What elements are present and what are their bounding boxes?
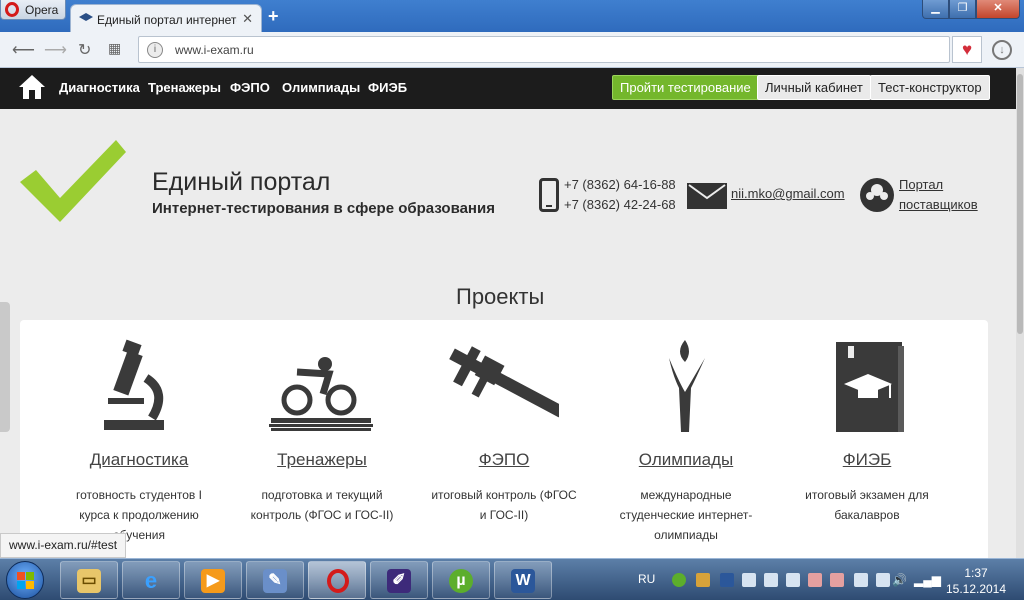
opera-menu-button[interactable]: Opera [0,0,66,20]
page-scrollbar[interactable] [1016,68,1024,558]
taskbar-media-player[interactable]: ▶ [184,561,242,599]
tab-title: Единый портал интернет- [97,13,237,27]
browser-tab[interactable]: Единый портал интернет- ✕ [70,4,262,32]
opera-menu-label: Opera [25,3,59,17]
tray-flag-icon[interactable] [808,573,822,587]
portal-title: Единый портал [152,168,331,196]
web-page: Диагностика Тренажеры ФЭПО Олимпиады ФИЭ… [0,68,1024,558]
portal-subtitle: Интернет-тестирования в сфере образовани… [152,200,495,217]
maximize-button[interactable]: ❐ [949,0,976,19]
nav-link-fieb[interactable]: ФИЭБ [368,80,407,95]
word-icon: W [511,569,535,593]
tray-flag2-icon[interactable] [830,573,844,587]
site-top-nav: Диагностика Тренажеры ФЭПО Олимпиады ФИЭ… [0,68,1024,109]
address-toolbar: ⟵ ⟶ ↻ ▦ i www.i-exam.ru ♥ ↓ [0,32,1024,68]
torch-person-icon [669,340,705,432]
language-indicator[interactable]: RU [638,572,655,586]
url-text: www.i-exam.ru [175,43,254,57]
nav-link-olympiads[interactable]: Олимпиады [282,80,360,95]
close-window-button[interactable]: ✕ [976,0,1020,19]
email-link[interactable]: nii.mko@gmail.com [731,186,845,201]
phone-number-2: +7 (8362) 42-24-68 [564,197,676,212]
taskbar-clock[interactable]: 1:37 15.12.2014 [940,565,1012,597]
sidebar-toggle-handle[interactable] [0,302,10,432]
suppliers-portal-link[interactable]: Портал [899,177,943,192]
tray-window2-icon[interactable] [786,573,800,587]
tray-network-icon[interactable] [764,573,778,587]
test-constructor-button[interactable]: Тест-конструктор [870,75,990,100]
minimize-button[interactable]: ▁ [922,0,949,19]
volume-icon[interactable]: 🔊 [892,573,907,587]
personal-account-button[interactable]: Личный кабинет [757,75,871,100]
project-link-diagnostics[interactable]: Диагностика [44,450,234,470]
nav-link-diagnostics[interactable]: Диагностика [59,80,140,95]
bookmark-heart-icon[interactable]: ♥ [952,36,982,63]
new-tab-button[interactable]: + [268,6,279,27]
reload-icon[interactable]: ↻ [78,40,91,60]
taskbar-word[interactable]: W [494,561,552,599]
logo-checkmark-icon [20,140,126,222]
start-button[interactable] [6,561,44,599]
take-test-button[interactable]: Пройти тестирование [612,75,759,100]
clock-time: 1:37 [964,566,988,580]
project-desc-fepo: итоговый контроль (ФГОС и ГОС-II) [431,488,577,522]
taskbar-internet-explorer[interactable]: e [122,561,180,599]
phone-icon [539,178,559,212]
tray-usb-icon[interactable] [854,573,868,587]
browser-tab-bar: Opera Единый портал интернет- ✕ + ▁ ❐ ✕ [0,0,1024,32]
graduation-book-icon [836,342,904,432]
signal-icon[interactable]: ▂▄▆ [914,573,941,587]
editor-pen-icon: ✐ [387,569,411,593]
windows-taskbar: ▭ e ▶ ✎ ✐ µ W RU 🔊 ▂▄▆ 1:37 15.12.2014 [0,558,1024,600]
taskbar-app-paint[interactable]: ✎ [246,561,304,599]
media-player-icon: ▶ [201,569,225,593]
status-bar-link: www.i-exam.ru/#test [0,533,127,558]
utorrent-icon: µ [449,569,473,593]
project-link-olympiads[interactable]: Олимпиады [591,450,781,470]
project-link-fepo[interactable]: ФЭПО [409,450,599,470]
project-desc-olympiads: международные студенческие интернет-олим… [619,488,753,542]
site-info-icon[interactable]: i [147,42,163,58]
taskbar-opera[interactable] [308,561,366,599]
project-link-trainers[interactable]: Тренажеры [227,450,417,470]
project-desc-trainers: подготовка и текущий контроль (ФГОС и ГО… [250,488,394,522]
paint-tool-icon: ✎ [263,569,287,593]
cyclist-icon [269,357,373,431]
url-field[interactable]: i www.i-exam.ru [138,36,950,63]
downloads-icon[interactable]: ↓ [992,40,1012,60]
tray-app-icon[interactable] [696,573,710,587]
internet-explorer-icon: e [144,568,158,593]
taskbar-utorrent[interactable]: µ [432,561,490,599]
folder-icon: ▭ [77,569,101,593]
caliper-icon [449,346,559,418]
utorrent-tray-icon[interactable] [672,573,686,587]
nav-link-fepo[interactable]: ФЭПО [230,80,270,95]
site-favicon-icon [79,13,93,21]
home-icon[interactable] [18,74,46,100]
phone-number-1: +7 (8362) 64-16-88 [564,177,676,192]
tray-power-icon[interactable] [876,573,890,587]
taskbar-explorer[interactable]: ▭ [60,561,118,599]
microscope-icon [104,339,164,430]
tray-display-icon[interactable] [742,573,756,587]
opera-icon [327,569,349,593]
tab-close-icon[interactable]: ✕ [242,11,253,27]
suppliers-people-icon [860,178,894,212]
project-link-fieb[interactable]: ФИЭБ [772,450,962,470]
forward-arrow-icon[interactable]: ⟶ [44,40,67,60]
nav-link-trainers[interactable]: Тренажеры [148,80,221,95]
clock-date: 15.12.2014 [945,582,1007,596]
projects-heading: Проекты [456,284,545,309]
scrollbar-thumb[interactable] [1017,74,1023,334]
envelope-icon [687,183,727,209]
speed-dial-grid-icon[interactable]: ▦ [108,40,121,57]
back-arrow-icon[interactable]: ⟵ [12,40,35,60]
opera-logo-icon [5,2,19,17]
projects-panel: Диагностика готовность студентов I курса… [20,320,988,558]
taskbar-editor[interactable]: ✐ [370,561,428,599]
tray-window-icon[interactable] [720,573,734,587]
suppliers-portal-link-2[interactable]: поставщиков [899,197,978,212]
project-desc-fieb: итоговый экзамен для бакалавров [805,488,929,522]
system-tray: RU 🔊 ▂▄▆ 1:37 15.12.2014 [632,559,1024,600]
